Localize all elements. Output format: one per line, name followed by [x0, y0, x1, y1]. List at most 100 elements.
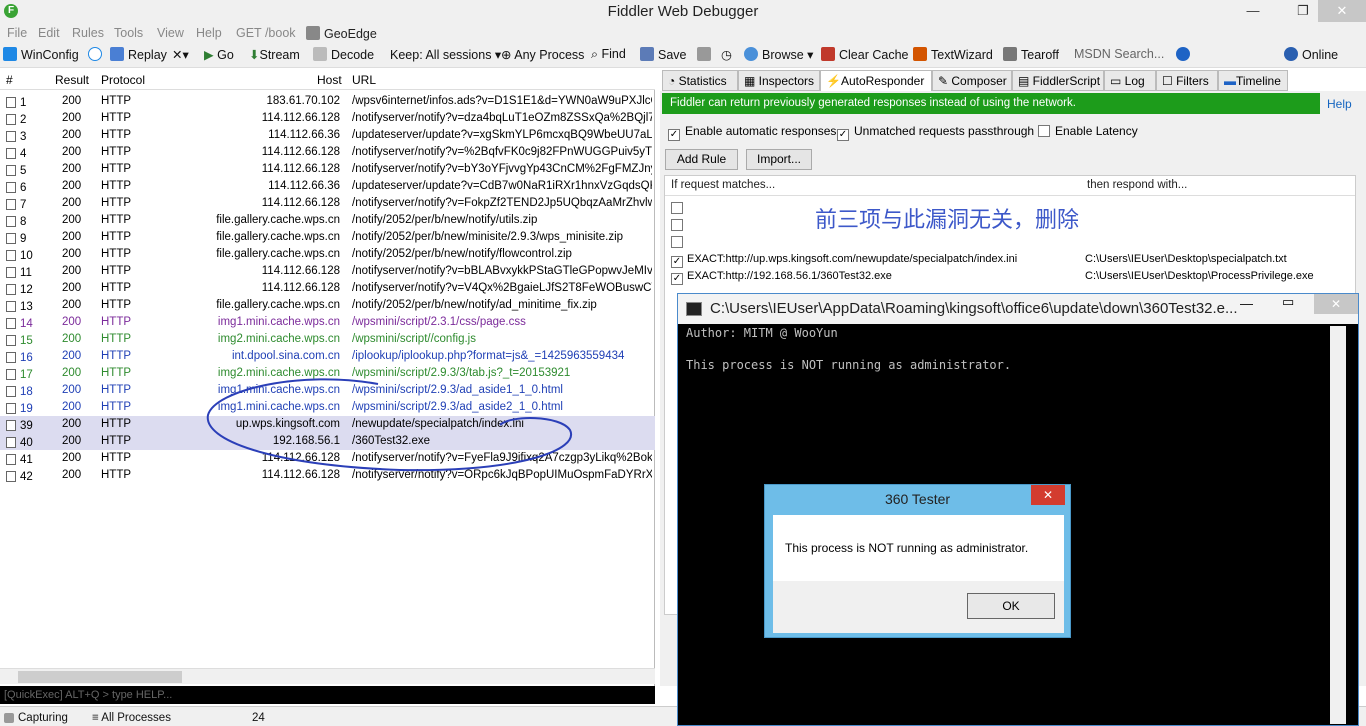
capturing-indicator[interactable]: Capturing [4, 712, 68, 724]
col-result[interactable]: Result [55, 73, 89, 87]
unmatched-passthrough-checkbox[interactable]: ✓ Unmatched requests passthrough [837, 124, 1034, 141]
table-row[interactable]: 11 200 HTTP 114.112.66.128/notifyserver/not… [0, 263, 655, 280]
menu-get-book[interactable]: GET /book [236, 26, 296, 40]
menu-geoedge[interactable]: GeoEdge [306, 26, 377, 41]
console-scrollbar[interactable] [1330, 326, 1346, 724]
cell-id-text: 9 [20, 233, 27, 245]
rule-row[interactable] [671, 219, 688, 232]
geoedge-icon [306, 26, 320, 40]
remove-button[interactable]: ✕▾ [172, 47, 189, 62]
comment-button[interactable] [88, 47, 106, 62]
table-row[interactable]: 40 200 HTTP 192.168.56.1/360Test32.exe [0, 433, 655, 450]
menu-view[interactable]: View [157, 26, 184, 40]
rule-row[interactable]: ✓ EXACT:http://192.168.56.1/360Test32.exe… [671, 270, 1314, 285]
tab-autoresponder[interactable]: ⚡AutoResponder [820, 70, 932, 92]
cell-url: /notify/2052/per/b/new/minisite/2.9.3/wp… [352, 231, 624, 243]
table-row[interactable]: 41 200 HTTP 114.112.66.128/notifyserver/not… [0, 450, 655, 467]
table-row[interactable]: 6 200 HTTP 114.112.66.36/updateserver/updat… [0, 178, 655, 195]
tab-timeline[interactable]: ▬Timeline [1218, 70, 1288, 91]
console-close-button[interactable]: ✕ [1314, 294, 1358, 314]
menu-file[interactable]: File [7, 26, 27, 40]
help-link[interactable]: Help [1327, 97, 1352, 111]
stream-button[interactable]: ⬇Stream [249, 47, 300, 62]
timeline-icon: ▬ [1224, 74, 1236, 88]
table-row[interactable]: 1 200 HTTP 183.61.70.102/wpsv6internet/info… [0, 93, 655, 110]
console-icon [686, 302, 702, 316]
ok-button[interactable]: OK [967, 593, 1055, 619]
add-rule-button[interactable]: Add Rule [665, 149, 738, 170]
col-host[interactable]: Host [317, 73, 342, 87]
table-row[interactable]: 13 200 HTTP file.gallery.cache.wps.cn/notif… [0, 297, 655, 314]
menu-tools[interactable]: Tools [114, 26, 143, 40]
col-url[interactable]: URL [352, 73, 376, 87]
col-protocol[interactable]: Protocol [101, 73, 145, 87]
winconfig-button[interactable]: WinConfig [3, 47, 79, 62]
col-if-request-matches[interactable]: If request matches... [671, 179, 775, 191]
table-row[interactable]: 7 200 HTTP 114.112.66.128/notifyserver/noti… [0, 195, 655, 212]
rule-row[interactable] [671, 236, 688, 249]
horizontal-scrollbar[interactable] [0, 668, 655, 684]
table-row[interactable]: 17 200 HTTP img2.mini.cache.wps.cn/wpsmini/… [0, 365, 655, 382]
table-row[interactable]: 16 200 HTTP int.dpool.sina.com.cn/iplookup/… [0, 348, 655, 365]
menu-rules[interactable]: Rules [72, 26, 104, 40]
table-row[interactable]: 15 200 HTTP img2.mini.cache.wps.cn/wpsmini/… [0, 331, 655, 348]
save-button[interactable]: Save [640, 47, 687, 62]
col-then-respond-with[interactable]: then respond with... [1087, 179, 1187, 191]
table-row[interactable]: 2 200 HTTP 114.112.66.128/notifyserver/noti… [0, 110, 655, 127]
table-row[interactable]: 42 200 HTTP 114.112.66.128/notifyserver/not… [0, 467, 655, 484]
process-filter[interactable]: ≡ All Processes [92, 712, 171, 724]
import-button[interactable]: Import... [746, 149, 812, 170]
cell-id: 42 [6, 469, 40, 483]
table-row[interactable]: 12 200 HTTP 114.112.66.128/notifyserver/not… [0, 280, 655, 297]
tearoff-button[interactable]: Tearoff [1003, 47, 1059, 62]
enable-auto-responses-checkbox[interactable]: ✓ Enable automatic responses [668, 124, 836, 141]
console-maximize-button[interactable]: ▭ [1282, 294, 1294, 310]
replay-button[interactable]: Replay [110, 47, 167, 62]
minimize-button[interactable]: — [1238, 0, 1268, 22]
clear-cache-button[interactable]: Clear Cache [821, 47, 908, 62]
rule-row[interactable] [671, 202, 688, 215]
dialog-body: This process is NOT running as administr… [773, 515, 1064, 581]
table-row[interactable]: 8 200 HTTP file.gallery.cache.wps.cn/notify… [0, 212, 655, 229]
table-row[interactable]: 3 200 HTTP 114.112.66.36/updateserver/updat… [0, 127, 655, 144]
scrollbar-thumb[interactable] [18, 671, 182, 683]
table-row[interactable]: 39 200 HTTP up.wps.kingsoft.com/newupdate/s… [0, 416, 655, 433]
screenshot-button[interactable] [697, 47, 715, 62]
table-row[interactable]: 9 200 HTTP file.gallery.cache.wps.cn/notify… [0, 229, 655, 246]
rule-row[interactable]: ✓ EXACT:http://up.wps.kingsoft.com/newupd… [671, 253, 1287, 268]
tab-filters[interactable]: ☐ Filters [1156, 70, 1218, 91]
any-process-button[interactable]: ⊕ Any Process [501, 47, 584, 62]
tab-fiddlerscript[interactable]: ▤ FiddlerScript [1012, 70, 1104, 91]
table-row[interactable]: 4 200 HTTP 114.112.66.128/notifyserver/noti… [0, 144, 655, 161]
browse-button[interactable]: Browse ▾ [744, 47, 813, 62]
table-row[interactable]: 14 200 HTTP img1.mini.cache.wps.cn/wpsmini/… [0, 314, 655, 331]
tab-inspectors[interactable]: ▦ Inspectors [738, 70, 820, 91]
dialog-close-button[interactable]: ✕ [1031, 485, 1065, 505]
msdn-search-input[interactable]: MSDN Search... [1074, 47, 1164, 61]
textwizard-button[interactable]: TextWizard [913, 47, 993, 62]
menu-edit[interactable]: Edit [38, 26, 60, 40]
tab-statistics[interactable]: ◔ Statistics [662, 70, 738, 91]
table-row[interactable]: 18 200 HTTP img1.mini.cache.wps.cn/wpsmini/… [0, 382, 655, 399]
enable-latency-checkbox[interactable]: Enable Latency [1038, 124, 1138, 138]
find-button[interactable]: ⌕ Find [591, 47, 626, 62]
decode-button[interactable]: Decode [313, 47, 374, 62]
restore-button[interactable]: ❐ [1288, 0, 1318, 22]
table-row[interactable]: 5 200 HTTP 114.112.66.128/notifyserver/noti… [0, 161, 655, 178]
tab-log[interactable]: ▭ Log [1104, 70, 1156, 91]
tab-composer[interactable]: ✎ Composer [932, 70, 1012, 91]
close-button[interactable]: ✕ [1318, 0, 1366, 22]
col-number[interactable]: # [6, 73, 13, 87]
quickexec-input[interactable]: [QuickExec] ALT+Q > type HELP... [0, 686, 655, 704]
table-row[interactable]: 10 200 HTTP file.gallery.cache.wps.cn/notif… [0, 246, 655, 263]
help-button[interactable] [1176, 47, 1194, 62]
console-minimize-button[interactable]: — [1240, 296, 1253, 311]
timer-button[interactable]: ◷ [721, 47, 732, 62]
keep-sessions-dropdown[interactable]: Keep: All sessions ▾ [390, 47, 501, 62]
menu-help[interactable]: Help [196, 26, 222, 40]
title-bar: F Fiddler Web Debugger — ❐ ✕ [0, 0, 1366, 24]
cell-protocol: HTTP [101, 248, 132, 260]
go-button[interactable]: ▶ Go [204, 47, 234, 62]
table-row[interactable]: 19 200 HTTP img1.mini.cache.wps.cn/wpsmini/… [0, 399, 655, 416]
replay-icon [110, 47, 124, 61]
